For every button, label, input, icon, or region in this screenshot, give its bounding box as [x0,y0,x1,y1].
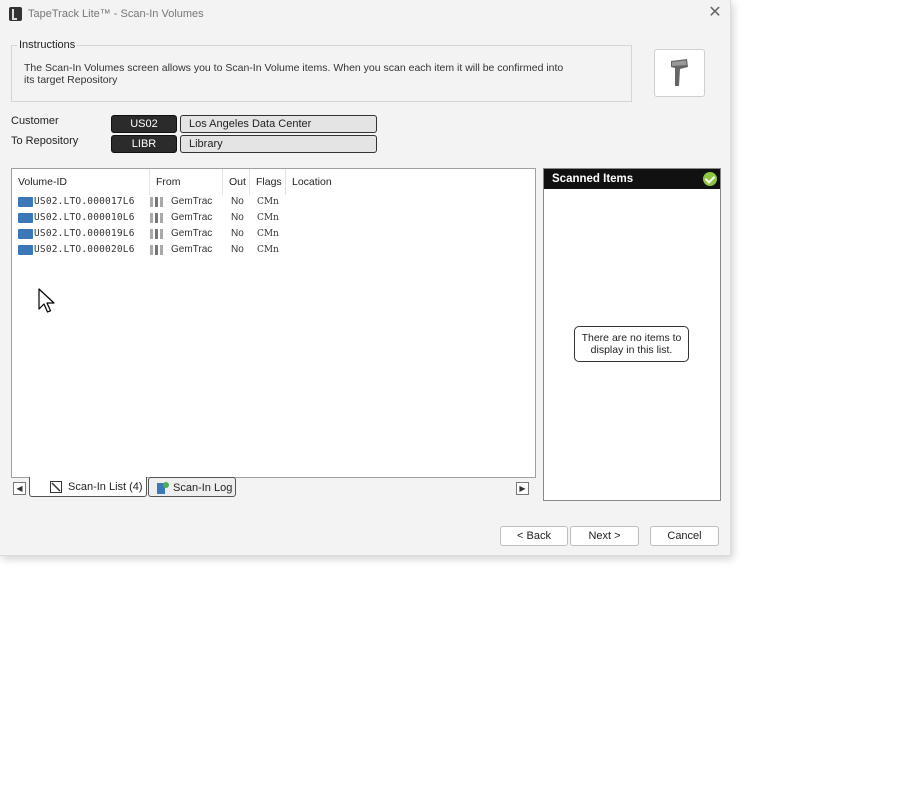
volume-id-cell: US02.LTO.000017L6 [34,196,135,207]
column-header-from[interactable]: From [150,169,223,195]
repository-label: To Repository [11,135,79,147]
close-icon[interactable]: ✕ [706,5,724,23]
tape-volume-icon [18,197,33,207]
mouse-pointer-icon [38,288,55,313]
from-cell: GemTrac [171,212,213,223]
repository-icon [150,245,164,255]
table-row[interactable]: US02.LTO.000019L6 GemTrac No CMn [12,226,535,242]
log-book-icon [157,482,169,494]
instructions-text: The Scan-In Volumes screen allows you to… [24,62,564,86]
table-row[interactable]: US02.LTO.000017L6 GemTrac No CMn [12,194,535,210]
cancel-button[interactable]: Cancel [650,526,719,546]
customer-name: Los Angeles Data Center [180,115,377,133]
column-header-location[interactable]: Location [286,169,386,195]
instructions-legend: Instructions [17,39,78,51]
back-button[interactable]: < Back [500,526,568,546]
column-header-out[interactable]: Out [223,169,250,195]
list-tab-strip: ◀ Scan-In List (4) Scan-In Log ▶ [11,477,534,499]
tab-label: Scan-In Log [173,482,233,494]
out-cell: No [231,228,244,239]
tab-scroll-right-icon[interactable]: ▶ [516,482,529,495]
repository-name: Library [180,135,377,153]
volume-id-cell: US02.LTO.000019L6 [34,228,135,239]
table-row[interactable]: US02.LTO.000020L6 GemTrac No CMn [12,242,535,258]
tape-volume-icon [18,245,33,255]
column-header-volume-id[interactable]: Volume-ID [12,169,150,195]
tapetrack-app-icon [9,7,22,21]
customer-code: US02 [111,115,177,133]
tab-scan-in-log[interactable]: Scan-In Log [148,477,236,497]
scanned-items-title: Scanned Items [544,169,720,189]
barcode-scanner-button[interactable] [654,49,705,97]
flags-cell: CMn [257,213,279,223]
customer-label: Customer [11,115,59,127]
repository-icon [150,213,164,223]
window-title: TapeTrack Lite™ - Scan-In Volumes [28,8,204,20]
repository-code: LIBR [111,135,177,153]
out-cell: No [231,244,244,255]
tab-scan-in-list[interactable]: Scan-In List (4) [29,477,147,497]
volume-id-cell: US02.LTO.000020L6 [34,244,135,255]
from-cell: GemTrac [171,228,213,239]
scan-in-volumes-window: TapeTrack Lite™ - Scan-In Volumes ✕ Inst… [0,0,731,556]
table-row[interactable]: US02.LTO.000010L6 GemTrac No CMn [12,210,535,226]
next-button[interactable]: Next > [570,526,639,546]
flags-cell: CMn [257,197,279,207]
scan-in-list[interactable]: Volume-ID From Out Flags Location US02.L… [11,168,536,478]
flags-cell: CMn [257,245,279,255]
column-header-flags[interactable]: Flags [250,169,286,195]
out-cell: No [231,196,244,207]
tab-label: Scan-In List (4) [68,481,143,493]
tab-scroll-left-icon[interactable]: ◀ [13,482,26,495]
scanned-items-panel[interactable]: Scanned Items There are no items to disp… [543,168,721,501]
from-cell: GemTrac [171,244,213,255]
empty-list-message: There are no items to display in this li… [574,326,689,362]
barcode-scanner-icon [671,59,688,86]
check-icon [703,172,717,186]
tape-volume-icon [18,213,33,223]
volume-id-cell: US02.LTO.000010L6 [34,212,135,223]
tape-list-icon [50,481,62,493]
tape-volume-icon [18,229,33,239]
title-bar[interactable]: TapeTrack Lite™ - Scan-In Volumes ✕ [0,0,730,28]
out-cell: No [231,212,244,223]
repository-icon [150,197,164,207]
from-cell: GemTrac [171,196,213,207]
repository-icon [150,229,164,239]
flags-cell: CMn [257,229,279,239]
